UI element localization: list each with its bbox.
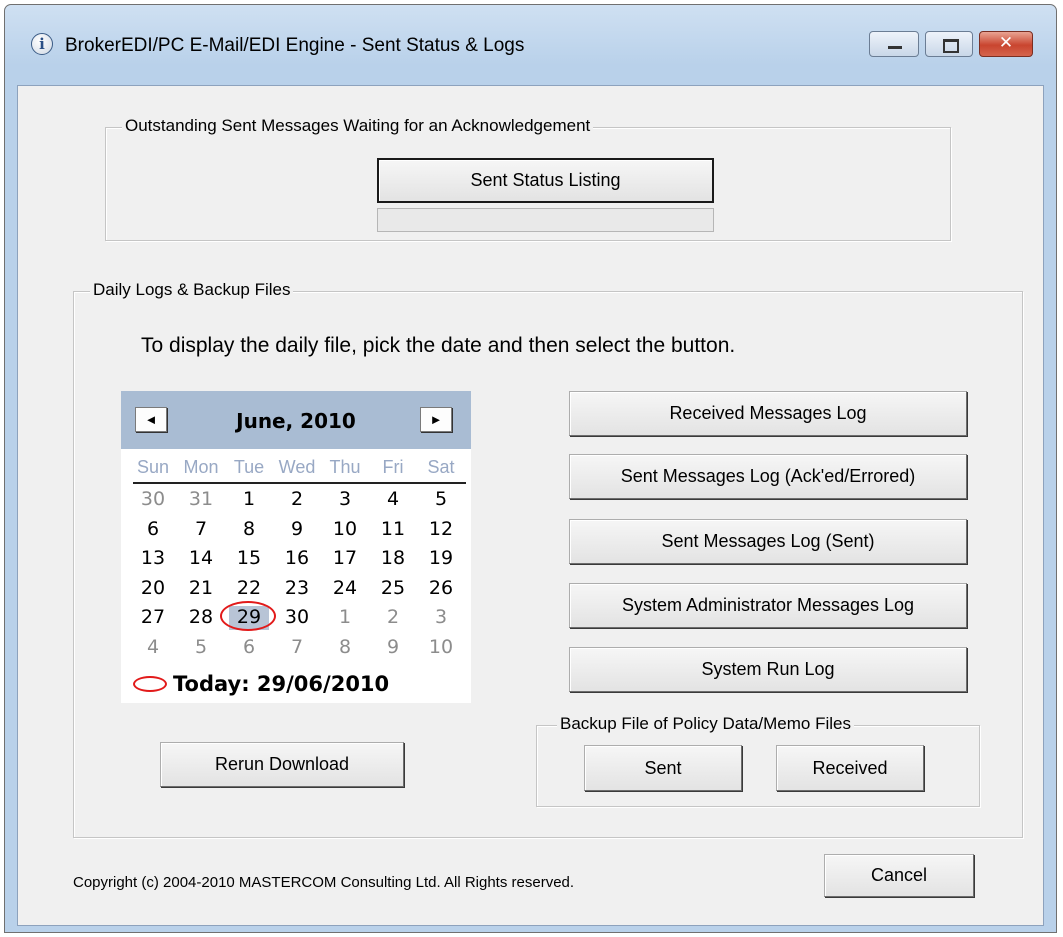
calendar-day-adjacent[interactable]: 6	[225, 633, 273, 663]
sent-messages-log-sent-button[interactable]: Sent Messages Log (Sent)	[569, 519, 967, 564]
calendar-day[interactable]: 15	[225, 544, 273, 574]
title-bar[interactable]: i BrokerEDI/PC E-Mail/EDI Engine - Sent …	[5, 5, 1056, 85]
backup-group: Backup File of Policy Data/Memo Files Se…	[536, 714, 980, 807]
sent-status-progress-bar	[377, 208, 714, 232]
calendar-day-adjacent[interactable]: 9	[369, 633, 417, 663]
close-button[interactable]: ✕	[979, 31, 1033, 57]
sent-status-listing-button[interactable]: Sent Status Listing	[377, 158, 714, 203]
calendar-day[interactable]: 4	[369, 485, 417, 515]
backup-legend: Backup File of Policy Data/Memo Files	[557, 714, 854, 734]
calendar-day-adjacent[interactable]: 30	[129, 485, 177, 515]
weekday-label: Thu	[329, 457, 361, 477]
chevron-right-icon: ►	[429, 412, 443, 427]
dialog-client-area: Outstanding Sent Messages Waiting for an…	[17, 85, 1044, 926]
window-title: BrokerEDI/PC E-Mail/EDI Engine - Sent St…	[65, 35, 525, 56]
calendar-day[interactable]: 9	[273, 515, 321, 545]
maximize-icon	[943, 39, 959, 53]
outstanding-group: Outstanding Sent Messages Waiting for an…	[105, 116, 951, 241]
calendar-day[interactable]: 11	[369, 515, 417, 545]
calendar-weekday-row: Sun Mon Tue Wed Thu Fri Sat	[129, 457, 469, 481]
calendar-day[interactable]: 21	[177, 574, 225, 604]
calendar-day[interactable]: 25	[369, 574, 417, 604]
calendar-day[interactable]: 5	[417, 485, 465, 515]
calendar-day[interactable]: 22	[225, 574, 273, 604]
calendar-day[interactable]: 27	[129, 603, 177, 633]
calendar-day[interactable]: 10	[321, 515, 369, 545]
instruction-text: To display the daily file, pick the date…	[141, 334, 736, 357]
copyright-text: Copyright (c) 2004-2010 MASTERCOM Consul…	[73, 874, 575, 891]
calendar-day[interactable]: 18	[369, 544, 417, 574]
calendar-day-adjacent[interactable]: 10	[417, 633, 465, 663]
calendar-day[interactable]: 26	[417, 574, 465, 604]
calendar-day[interactable]: 3	[321, 485, 369, 515]
minimize-icon	[888, 46, 902, 49]
sent-messages-log-acked-button[interactable]: Sent Messages Log (Ack'ed/Errored)	[569, 454, 967, 499]
calendar-day[interactable]: 28	[177, 603, 225, 633]
received-messages-log-button[interactable]: Received Messages Log	[569, 391, 967, 436]
weekday-label: Tue	[233, 457, 265, 477]
weekday-label: Sun	[136, 457, 170, 477]
weekday-label: Mon	[183, 457, 219, 477]
month-calendar[interactable]: ◄ June, 2010 ► Sun Mon Tue Wed Thu Fri Sat 30 3…	[121, 391, 471, 703]
weekday-label: Wed	[278, 457, 316, 477]
calendar-day-adjacent[interactable]: 1	[321, 603, 369, 633]
calendar-today-link[interactable]: Today: 29/06/2010	[133, 672, 389, 696]
calendar-day-adjacent[interactable]: 4	[129, 633, 177, 663]
daily-logs-legend: Daily Logs & Backup Files	[90, 280, 294, 300]
calendar-day-adjacent[interactable]: 5	[177, 633, 225, 663]
outstanding-legend: Outstanding Sent Messages Waiting for an…	[122, 116, 594, 136]
system-run-log-button[interactable]: System Run Log	[569, 647, 967, 692]
minimize-button[interactable]	[869, 31, 919, 57]
info-icon: i	[31, 33, 53, 55]
app-window: i BrokerEDI/PC E-Mail/EDI Engine - Sent …	[4, 4, 1057, 933]
calendar-day-adjacent[interactable]: 3	[417, 603, 465, 633]
calendar-month-title[interactable]: June, 2010	[121, 409, 471, 433]
calendar-day[interactable]: 24	[321, 574, 369, 604]
calendar-day-adjacent[interactable]: 2	[369, 603, 417, 633]
calendar-day-selected[interactable]: 29	[220, 601, 276, 631]
today-circle-icon	[133, 676, 167, 692]
calendar-day-adjacent[interactable]: 7	[273, 633, 321, 663]
next-month-button[interactable]: ►	[420, 407, 452, 432]
calendar-day[interactable]: 6	[129, 515, 177, 545]
calendar-day[interactable]: 20	[129, 574, 177, 604]
calendar-day[interactable]: 7	[177, 515, 225, 545]
close-icon: ✕	[998, 33, 1014, 53]
calendar-divider	[133, 482, 466, 484]
calendar-day[interactable]: 12	[417, 515, 465, 545]
calendar-day[interactable]: 23	[273, 574, 321, 604]
calendar-day[interactable]: 14	[177, 544, 225, 574]
calendar-day-adjacent[interactable]: 8	[321, 633, 369, 663]
maximize-button[interactable]	[925, 31, 973, 57]
calendar-header: ◄ June, 2010 ►	[121, 391, 471, 449]
backup-received-button[interactable]: Received	[776, 745, 924, 791]
calendar-day[interactable]: 1	[225, 485, 273, 515]
rerun-download-button[interactable]: Rerun Download	[160, 742, 404, 787]
calendar-day[interactable]: 17	[321, 544, 369, 574]
today-label: Today: 29/06/2010	[173, 672, 390, 696]
sysadmin-messages-log-button[interactable]: System Administrator Messages Log	[569, 583, 967, 628]
calendar-day[interactable]: 16	[273, 544, 321, 574]
calendar-day[interactable]: 19	[417, 544, 465, 574]
calendar-day[interactable]: 13	[129, 544, 177, 574]
calendar-day-adjacent[interactable]: 31	[177, 485, 225, 515]
weekday-label: Sat	[427, 457, 455, 477]
calendar-day[interactable]: 30	[273, 603, 321, 633]
cancel-button[interactable]: Cancel	[824, 854, 974, 897]
calendar-day[interactable]: 8	[225, 515, 273, 545]
weekday-label: Fri	[382, 457, 404, 477]
backup-sent-button[interactable]: Sent	[584, 745, 742, 791]
calendar-day[interactable]: 2	[273, 485, 321, 515]
calendar-days-grid: 30 31 1 2 3 4 5 6 7 8 9 10 11 12 13 14 15 16 17 18 19 20 21 22 2…	[129, 485, 469, 662]
